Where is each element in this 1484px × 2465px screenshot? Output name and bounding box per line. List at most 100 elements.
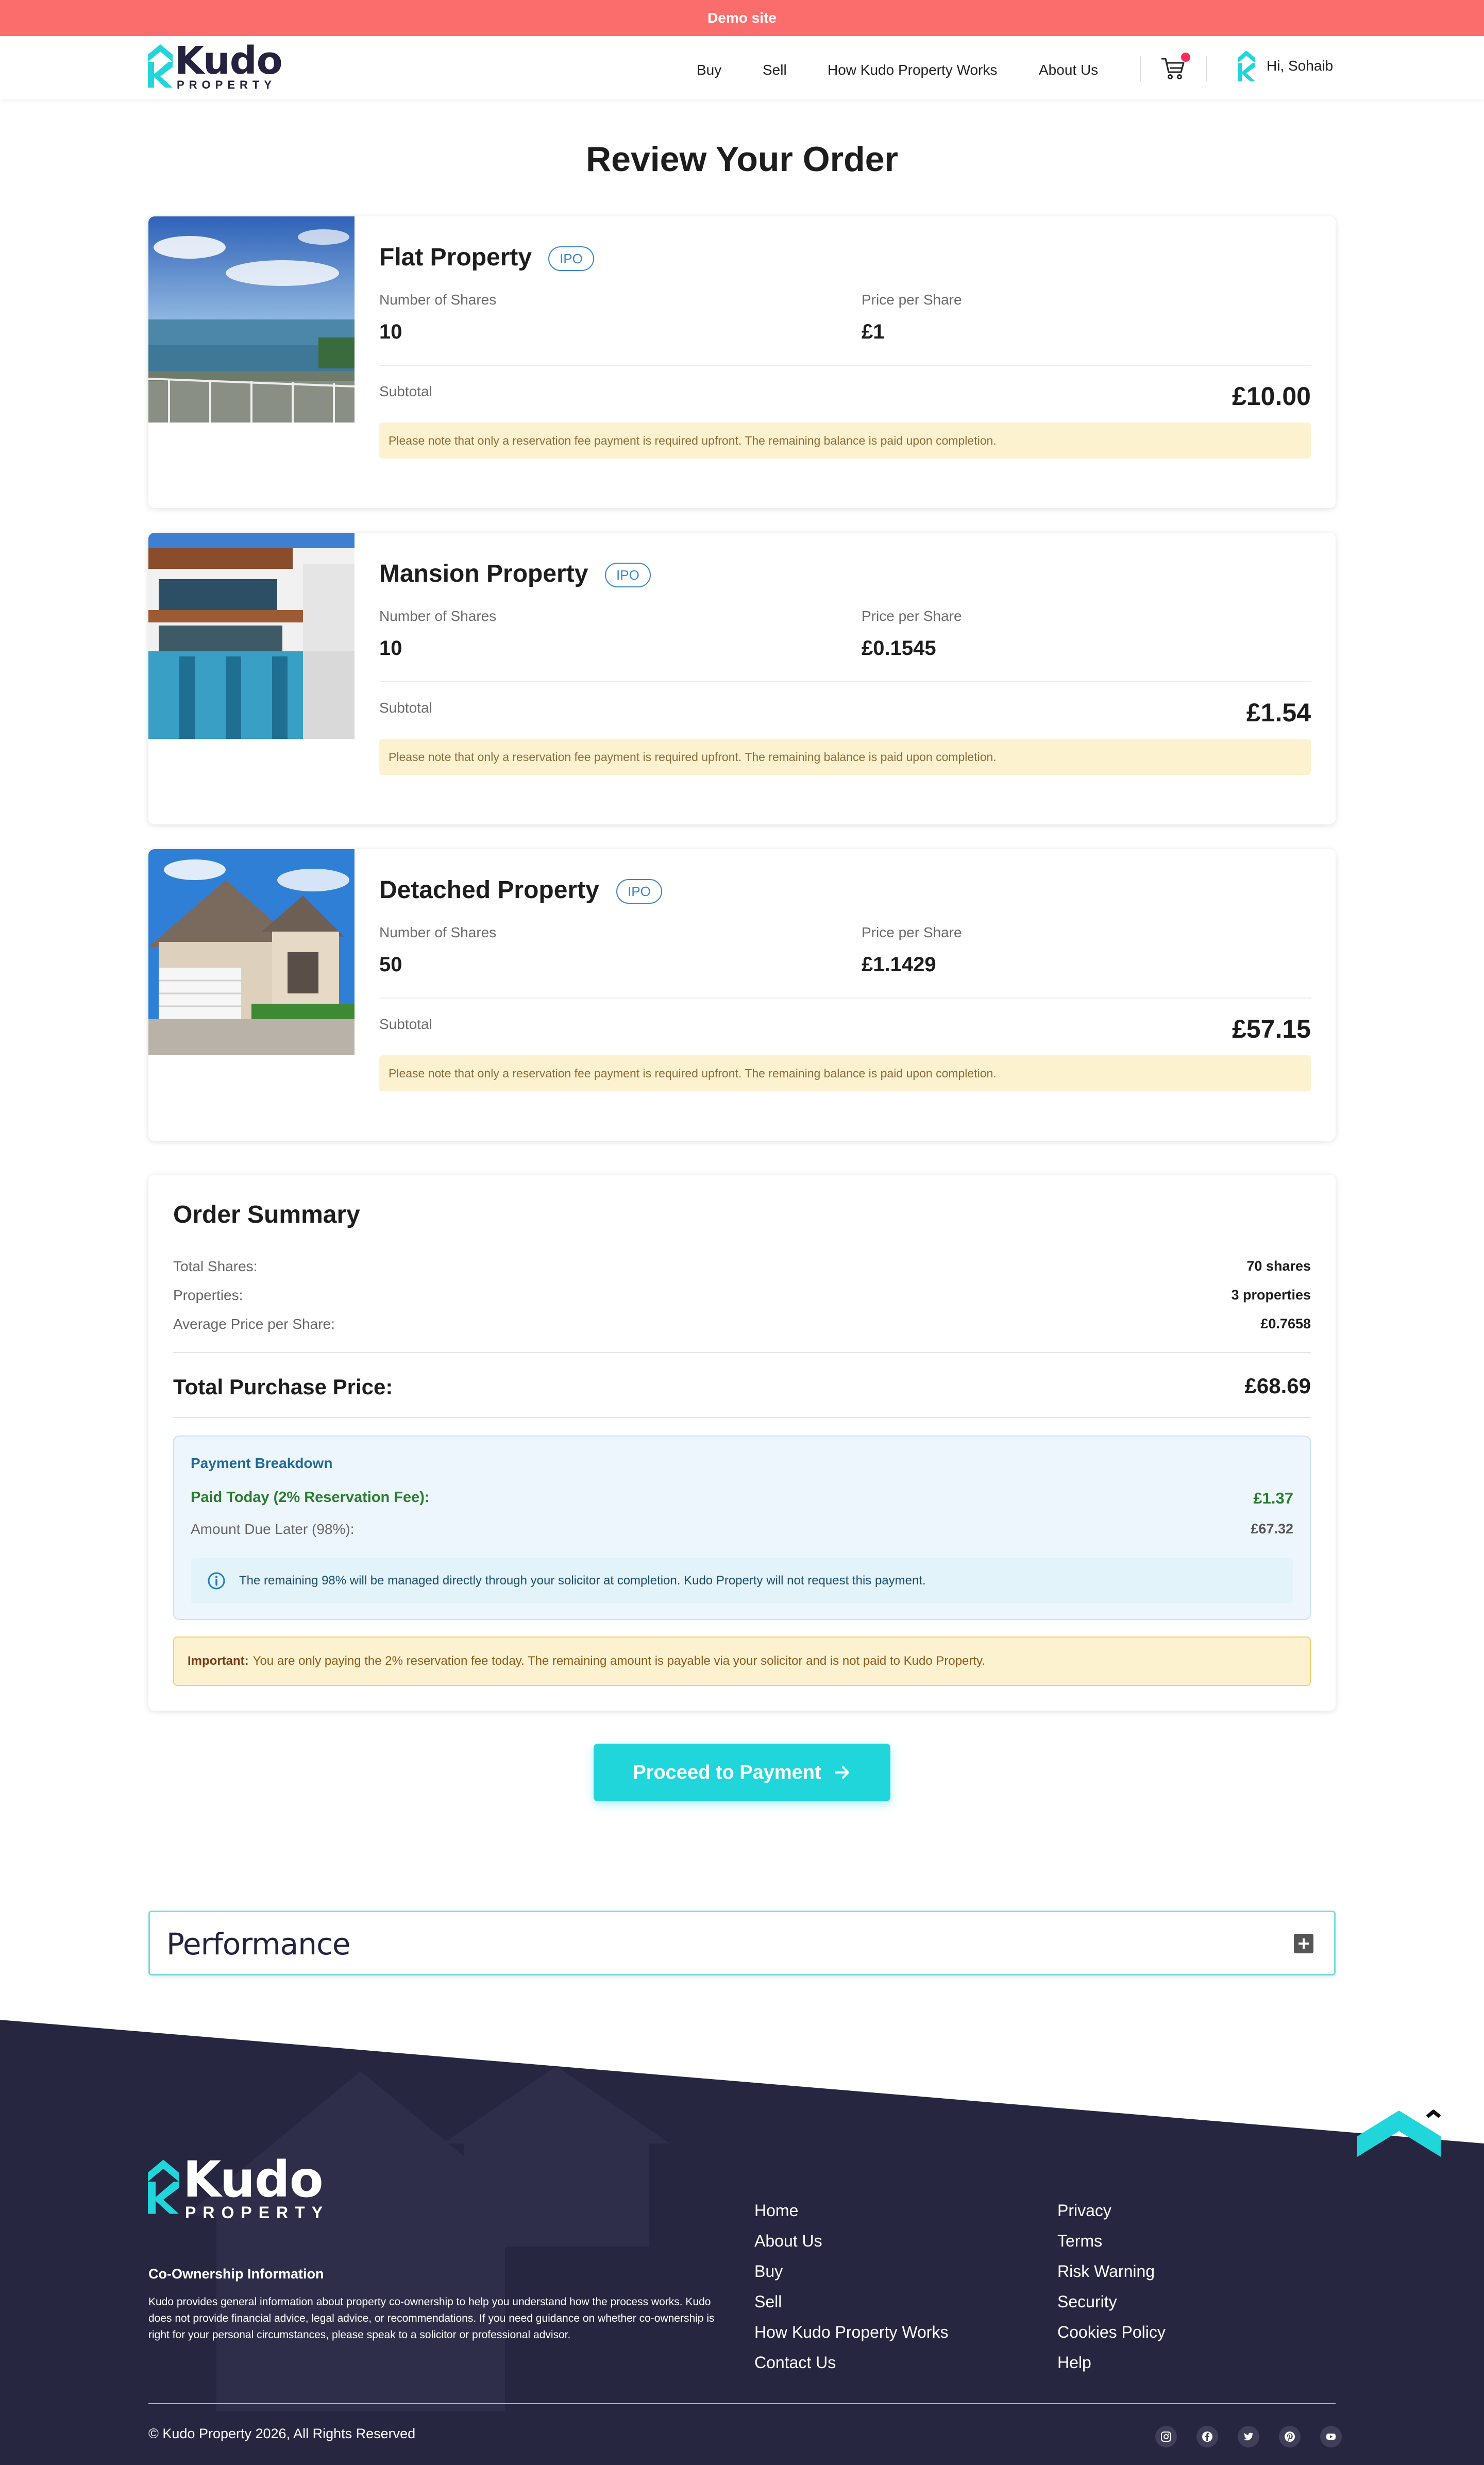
property-title: Flat Property <box>379 244 532 271</box>
facebook-icon[interactable] <box>1196 2426 1218 2447</box>
total-price-value: £68.69 <box>1244 1374 1311 1398</box>
solicitor-info-box: The remaining 98% will be managed direct… <box>191 1558 1293 1603</box>
co-ownership-text: Kudo provides general information about … <box>148 2296 715 2341</box>
subtotal-value: £10.00 <box>1232 382 1311 411</box>
price-value: £1 <box>862 320 885 343</box>
footer-logo[interactable]: Kudo PROPERTY <box>148 2151 329 2222</box>
paid-today-label: Paid Today (2% Reservation Fee): <box>191 1489 430 1506</box>
divider <box>173 1417 1311 1418</box>
shares-value: 10 <box>379 320 402 343</box>
kudo-logo[interactable]: Kudo PROPERTY <box>148 39 283 92</box>
footer-link-cookies-policy[interactable]: Cookies Policy <box>1057 2323 1166 2342</box>
footer-logo-wordmark: Kudo <box>183 2151 324 2208</box>
average-price-value: £0.7658 <box>1260 1316 1311 1331</box>
important-label: Important: <box>188 1654 249 1668</box>
solicitor-info-text: The remaining 98% will be managed direct… <box>239 1574 926 1588</box>
footer-link-contact-us[interactable]: Contact Us <box>754 2353 836 2372</box>
order-item-card: Detached Property IPO Number of Shares P… <box>148 849 1336 1141</box>
nav-how-it-works[interactable]: How Kudo Property Works <box>828 62 997 78</box>
nav-about-us[interactable]: About Us <box>1039 62 1098 78</box>
subtotal-value: £1.54 <box>1246 698 1311 727</box>
reservation-note: Please note that only a reservation fee … <box>379 739 1311 775</box>
user-menu[interactable]: Hi, Sohaib <box>1238 50 1333 81</box>
info-icon <box>208 1572 225 1590</box>
proceed-to-payment-button[interactable]: Proceed to Payment <box>594 1744 890 1801</box>
price-value: £0.1545 <box>862 637 936 660</box>
footer-link-how-it-works[interactable]: How Kudo Property Works <box>754 2323 948 2342</box>
flat-property-image <box>148 216 355 423</box>
logo-wordmark: Kudo <box>175 39 283 83</box>
page-title: Review Your Order <box>586 140 898 179</box>
properties-count-value: 3 properties <box>1231 1287 1311 1303</box>
order-summary: Order Summary Total Shares: 70 shares Pr… <box>148 1175 1336 1711</box>
logo-subtitle: PROPERTY <box>177 78 277 91</box>
amount-due-later-label: Amount Due Later (98%): <box>191 1521 355 1537</box>
youtube-icon[interactable] <box>1320 2426 1342 2447</box>
order-summary-title: Order Summary <box>173 1201 360 1228</box>
footer-link-terms[interactable]: Terms <box>1057 2232 1102 2251</box>
footer-link-sell[interactable]: Sell <box>754 2292 782 2311</box>
subtotal-label: Subtotal <box>379 700 432 716</box>
price-label: Price per Share <box>862 608 962 624</box>
total-shares-value: 70 shares <box>1246 1258 1311 1274</box>
divider <box>379 681 1311 682</box>
amount-due-later-value: £67.32 <box>1251 1521 1293 1537</box>
important-notice: Important: You are only paying the 2% re… <box>173 1636 1311 1686</box>
expand-plus-icon[interactable] <box>1294 1934 1313 1953</box>
reservation-note: Please note that only a reservation fee … <box>379 1055 1311 1091</box>
properties-count-label: Properties: <box>173 1287 243 1303</box>
ipo-badge: IPO <box>605 563 651 587</box>
site-header: Kudo PROPERTY Buy Sell How Kudo Property… <box>0 36 1484 99</box>
price-label: Price per Share <box>862 292 962 308</box>
footer-link-privacy[interactable]: Privacy <box>1057 2201 1111 2220</box>
subtotal-value: £57.15 <box>1232 1015 1311 1043</box>
price-value: £1.1429 <box>862 953 936 976</box>
user-avatar-icon <box>1238 50 1255 81</box>
nav-divider <box>1206 56 1207 81</box>
proceed-label: Proceed to Payment <box>633 1761 821 1783</box>
footer-link-about-us[interactable]: About Us <box>754 2232 822 2251</box>
average-price-label: Average Price per Share: <box>173 1316 335 1332</box>
paid-today-value: £1.37 <box>1253 1489 1293 1507</box>
shares-value: 10 <box>379 637 402 660</box>
performance-accordion[interactable]: Performance <box>148 1911 1336 1976</box>
property-title: Detached Property <box>379 876 599 904</box>
order-item-card: Mansion Property IPO Number of Shares Pr… <box>148 533 1336 824</box>
footer-link-help[interactable]: Help <box>1057 2353 1091 2372</box>
shares-value: 50 <box>379 953 402 976</box>
instagram-icon[interactable] <box>1155 2426 1177 2447</box>
pinterest-icon[interactable] <box>1279 2426 1301 2447</box>
detached-property-image <box>148 849 355 1055</box>
property-title: Mansion Property <box>379 560 588 587</box>
nav-sell[interactable]: Sell <box>763 62 787 78</box>
ipo-badge: IPO <box>616 879 662 904</box>
footer-link-home[interactable]: Home <box>754 2201 798 2220</box>
cart-notification-dot <box>1181 53 1190 62</box>
payment-breakdown-title: Payment Breakdown <box>191 1455 333 1471</box>
twitter-icon[interactable] <box>1238 2426 1259 2447</box>
nav-buy[interactable]: Buy <box>697 62 721 78</box>
footer-link-risk-warning[interactable]: Risk Warning <box>1057 2262 1155 2281</box>
shares-label: Number of Shares <box>379 292 497 308</box>
subtotal-label: Subtotal <box>379 383 432 399</box>
performance-title: Performance <box>166 1927 351 1962</box>
total-shares-label: Total Shares: <box>173 1258 258 1274</box>
reservation-note: Please note that only a reservation fee … <box>379 423 1311 459</box>
divider <box>379 365 1311 366</box>
user-greeting: Hi, Sohaib <box>1267 58 1334 74</box>
ipo-badge: IPO <box>548 246 594 271</box>
kudo-k-icon <box>148 44 173 88</box>
order-item-card: Flat Property IPO Number of Shares Price… <box>148 216 1336 508</box>
nav-divider <box>1140 56 1141 81</box>
divider <box>173 1352 1311 1353</box>
copyright-text: © Kudo Property 2026, All Rights Reserve… <box>148 2426 416 2441</box>
total-price-label: Total Purchase Price: <box>173 1375 393 1399</box>
footer-link-buy[interactable]: Buy <box>754 2262 783 2281</box>
subtotal-label: Subtotal <box>379 1016 432 1032</box>
footer-background <box>0 2020 1484 2465</box>
mansion-property-image <box>148 533 355 739</box>
demo-site-banner: Demo site <box>0 0 1484 36</box>
price-label: Price per Share <box>862 924 962 940</box>
footer-link-security[interactable]: Security <box>1057 2292 1117 2311</box>
back-to-top-icon[interactable] <box>1357 2105 1441 2157</box>
